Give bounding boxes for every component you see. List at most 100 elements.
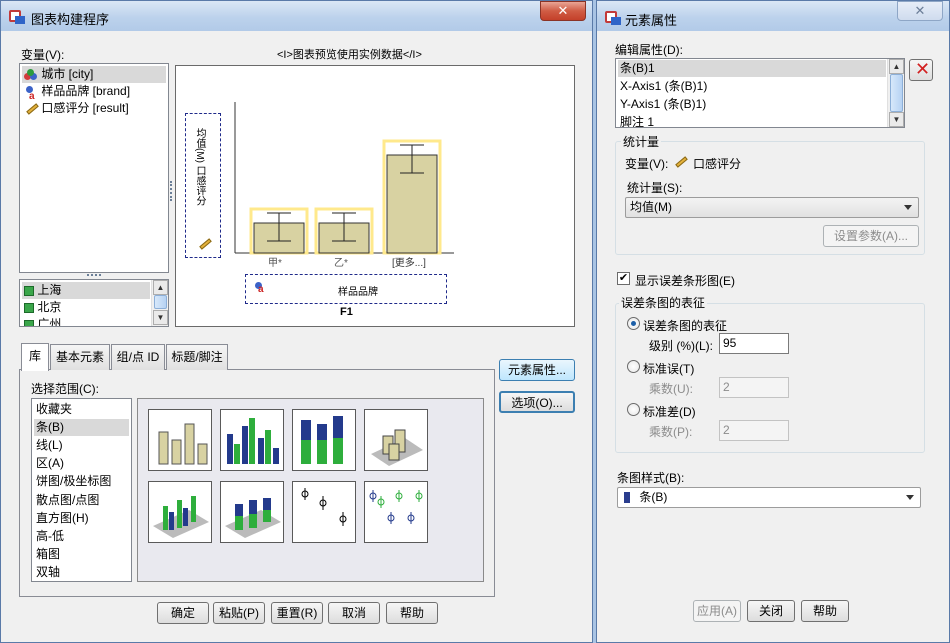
stacked-bar-icon[interactable] <box>292 409 356 471</box>
show-error-bars-checkbox[interactable]: ✔ <box>617 272 630 285</box>
simple-bar-icon[interactable] <box>148 409 212 471</box>
sd-multiplier-label: 乘数(P): <box>649 425 693 439</box>
chevron-down-icon <box>904 205 912 210</box>
property-item[interactable]: Y-Axis1 (条(B)1) <box>618 96 886 113</box>
apply-button[interactable]: 应用(A) <box>693 600 741 622</box>
property-item[interactable]: X-Axis1 (条(B)1) <box>618 78 886 95</box>
title-bar[interactable]: 图表构建程序 ✕ <box>1 1 592 31</box>
splitter-handle[interactable] <box>87 274 101 278</box>
bar-icon <box>624 492 630 504</box>
property-list[interactable]: 条(B)1 X-Axis1 (条(B)1) Y-Axis1 (条(B)1) 脚注… <box>615 58 905 128</box>
vertical-splitter[interactable] <box>170 181 174 201</box>
level-label: 级别 (%)(L): <box>649 339 713 353</box>
cancel-button[interactable]: 取消 <box>328 602 380 624</box>
chart-type-item[interactable]: 线(L) <box>34 437 129 454</box>
chevron-down-icon <box>906 495 914 500</box>
property-list-scrollbar[interactable]: ▲ ▼ <box>887 59 904 127</box>
value-list-scrollbar[interactable]: ▲ ▼ <box>151 280 168 326</box>
tab-basic-elements[interactable]: 基本元素 <box>50 344 110 370</box>
clustered-bar-icon[interactable] <box>220 409 284 471</box>
close-dialog-button[interactable]: 关闭 <box>747 600 795 622</box>
confidence-interval-label: 误差条图的表征 <box>643 319 728 333</box>
property-item[interactable]: 脚注 1 <box>618 114 886 127</box>
element-properties-window: 元素属性 ✕ 编辑属性(D): 条(B)1 X-Axis1 (条(B)1) Y-… <box>596 0 950 643</box>
figure-label: F1 <box>340 306 353 318</box>
chart-thumbnail-area <box>137 398 484 582</box>
tab-gallery[interactable]: 库 <box>21 343 49 371</box>
statistic-label: 统计量(S): <box>627 181 683 195</box>
choose-from-label: 选择范围(C): <box>31 382 99 396</box>
window-title: 元素属性 <box>625 13 678 28</box>
chart-type-item[interactable]: 双轴 <box>34 564 129 581</box>
scroll-thumb[interactable] <box>890 74 903 112</box>
variables-label: 变量(V): <box>21 48 65 62</box>
sd-multiplier-input[interactable]: 2 <box>719 420 789 441</box>
bar-style-label: 条图样式(B): <box>617 471 685 485</box>
3d-bar-icon[interactable] <box>364 409 428 471</box>
property-item[interactable]: 条(B)1 <box>618 60 886 77</box>
app-icon <box>605 9 621 25</box>
options-button[interactable]: 选项(O)... <box>499 391 575 413</box>
chart-type-item[interactable]: 条(B) <box>34 419 129 437</box>
clustered-error-bar-icon[interactable] <box>364 481 428 543</box>
close-button[interactable]: ✕ <box>897 1 943 21</box>
chart-preview-canvas[interactable]: 均值(M) 口感评分 甲* 乙* [更多...] a 样品品牌 F1 <box>175 65 575 327</box>
value-item[interactable]: 北京 <box>22 299 150 316</box>
statistic-select[interactable]: 均值(M) <box>625 197 919 218</box>
scroll-up-arrow[interactable]: ▲ <box>153 280 168 295</box>
category-icon <box>24 319 34 326</box>
nominal-icon <box>24 68 38 81</box>
x-axis-drop-zone[interactable]: a 样品品牌 <box>245 274 447 304</box>
chart-builder-window: 图表构建程序 ✕ 变量(V): <I>图表预览使用实例数据</I> 城市 [ci… <box>0 0 593 643</box>
chart-type-item[interactable]: 箱图 <box>34 546 129 563</box>
help-button[interactable]: 帮助 <box>801 600 849 622</box>
value-list[interactable]: 上海 北京 广州 ▲ ▼ <box>19 279 169 327</box>
standard-deviation-radio[interactable] <box>627 403 640 416</box>
level-input[interactable]: 95 <box>719 333 789 354</box>
variable-list[interactable]: 城市 [city] a 样品品牌 [brand] 口感评分 [result] <box>19 63 169 273</box>
paste-button[interactable]: 粘贴(P) <box>213 602 265 624</box>
help-button[interactable]: 帮助 <box>386 602 438 624</box>
value-item[interactable]: 广州 <box>22 316 150 326</box>
chart-type-item[interactable]: 高-低 <box>34 528 129 545</box>
scale-ruler-icon <box>24 103 39 115</box>
chart-type-item[interactable]: 散点图/点图 <box>34 492 129 509</box>
category-label: [更多...] <box>392 258 426 269</box>
chart-type-item[interactable]: 区(A) <box>34 455 129 472</box>
variable-item-city[interactable]: 城市 [city] <box>22 66 166 83</box>
set-parameters-button[interactable]: 设置参数(A)... <box>823 225 919 247</box>
delete-button[interactable]: ✕ <box>909 59 933 81</box>
confidence-interval-radio[interactable] <box>627 317 640 330</box>
reset-button[interactable]: 重置(R) <box>271 602 323 624</box>
tab-titles-footnotes[interactable]: 标题/脚注 <box>166 344 228 370</box>
ok-button[interactable]: 确定 <box>157 602 209 624</box>
category-label: 甲* <box>268 258 282 269</box>
chart-type-list[interactable]: 收藏夹 条(B) 线(L) 区(A) 饼图/极坐标图 散点图/点图 直方图(H) 高-低 箱图双… <box>31 398 132 582</box>
variable-item-brand[interactable]: a 样品品牌 [brand] <box>22 83 166 102</box>
standard-error-label: 标准误(T) <box>643 362 695 376</box>
chart-type-item[interactable]: 收藏夹 <box>34 401 129 418</box>
window-title: 图表构建程序 <box>31 12 110 27</box>
scroll-down-arrow[interactable]: ▼ <box>889 112 904 127</box>
element-properties-button[interactable]: 元素属性... <box>499 359 575 381</box>
se-multiplier-input[interactable]: 2 <box>719 377 789 398</box>
3d-stacked-bar-icon[interactable] <box>220 481 284 543</box>
scroll-down-arrow[interactable]: ▼ <box>153 310 168 325</box>
bar-style-value: 条(B) <box>639 490 668 504</box>
standard-error-radio[interactable] <box>627 360 640 373</box>
nominal-string-icon: a <box>253 282 267 296</box>
chart-type-item[interactable]: 直方图(H) <box>34 510 129 527</box>
title-bar[interactable]: 元素属性 ✕ <box>597 1 949 31</box>
error-bars-group-title: 误差条图的表征 <box>619 294 708 311</box>
3d-clustered-bar-icon[interactable] <box>148 481 212 543</box>
chart-type-item[interactable]: 饼图/极坐标图 <box>34 473 129 490</box>
error-bar-icon[interactable] <box>292 481 356 543</box>
tab-groups-point-id[interactable]: 组/点 ID <box>111 344 165 370</box>
close-button[interactable]: ✕ <box>540 1 586 21</box>
value-item[interactable]: 上海 <box>22 282 150 299</box>
variable-item-result[interactable]: 口感评分 [result] <box>22 100 166 117</box>
scroll-thumb[interactable] <box>154 295 167 309</box>
bar-style-select[interactable]: 条(B) <box>617 487 921 508</box>
show-error-bars-label: 显示误差条形图(E) <box>635 274 735 288</box>
scroll-up-arrow[interactable]: ▲ <box>889 59 904 74</box>
